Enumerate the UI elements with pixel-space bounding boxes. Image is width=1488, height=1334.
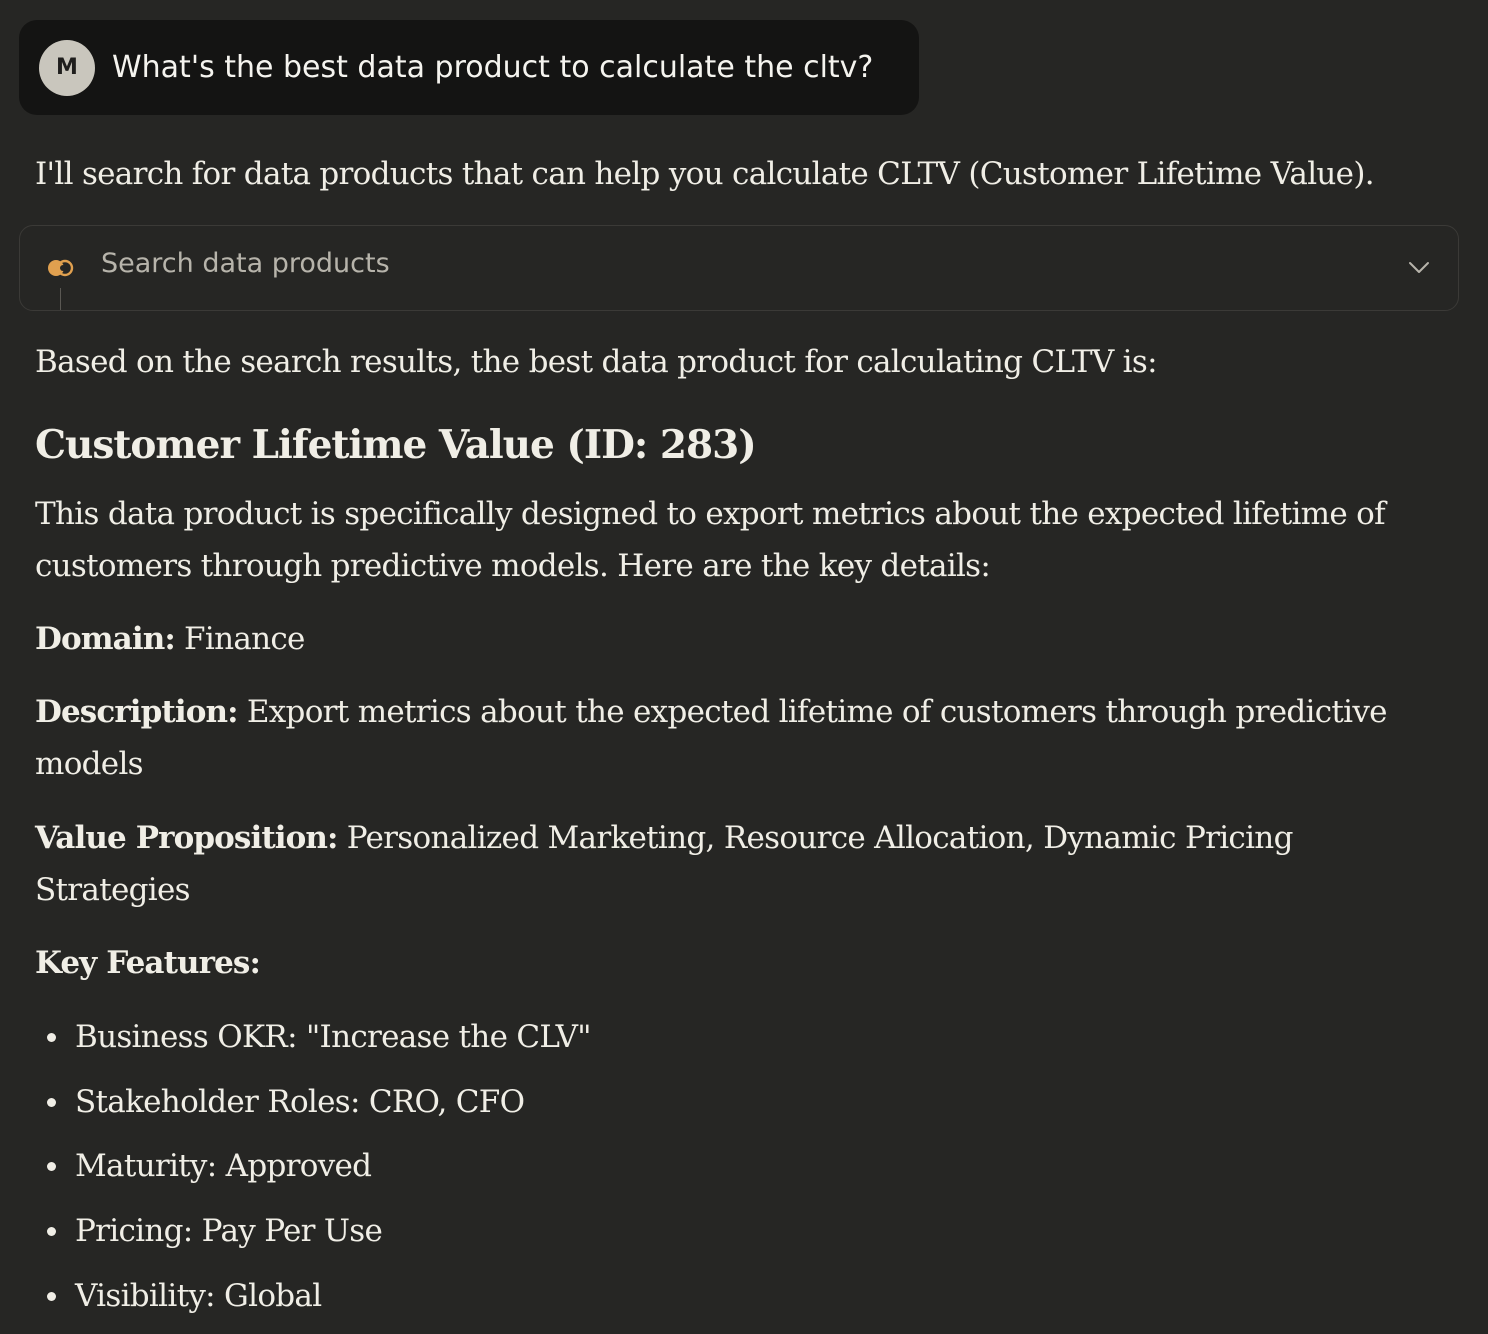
list-item: Visibility: Global: [35, 1264, 591, 1329]
list-item: Business OKR: "Increase the CLV": [35, 1005, 592, 1070]
user-avatar: M: [39, 39, 95, 96]
value-proposition-value-cont: Strategies: [35, 872, 191, 908]
tool-call-search-data-products[interactable]: Search data products: [19, 225, 1459, 311]
domain-label: Domain:: [35, 621, 176, 657]
summary-paragraph: This data product is specifically design…: [35, 488, 1386, 592]
domain-value: Finance: [174, 621, 305, 657]
bullet-icon: [47, 1162, 56, 1172]
user-message-bubble: M What's the best data product to calcul…: [19, 20, 919, 115]
list-item: Stakeholder Roles: CRO, CFO: [35, 1070, 591, 1135]
chevron-down-icon[interactable]: [1406, 254, 1432, 280]
assistant-intro: I'll search for data products that can h…: [35, 156, 1375, 192]
description-label: Description:: [35, 694, 239, 730]
description-field: Description: Export metrics about the ex…: [35, 686, 1388, 790]
description-value-cont: models: [35, 746, 144, 782]
summary-line-2: customers through predictive models. Her…: [35, 548, 991, 584]
key-features-list: Business OKR: "Increase the CLV" Stakeho…: [35, 1005, 592, 1329]
value-proposition-value: Personalized Marketing, Resource Allocat…: [337, 820, 1294, 856]
tool-connector-line: [60, 288, 61, 310]
tool-call-label: Search data products: [101, 248, 390, 279]
product-heading: Customer Lifetime Value (ID: 283): [35, 422, 757, 468]
bullet-icon: [47, 1291, 56, 1301]
domain-field: Domain: Finance: [35, 613, 305, 665]
key-features-label: Key Features:: [35, 945, 261, 981]
value-proposition-label: Value Proposition:: [35, 820, 338, 856]
bullet-icon: [47, 1097, 56, 1107]
list-item: Pricing: Pay Per Use: [35, 1199, 591, 1264]
list-item: Maturity: Approved: [35, 1134, 591, 1199]
summary-line-1: This data product is specifically design…: [35, 496, 1386, 532]
result-intro: Based on the search results, the best da…: [35, 344, 1158, 380]
description-value: Export metrics about the expected lifeti…: [237, 694, 1388, 730]
user-message-text: What's the best data product to calculat…: [112, 50, 874, 85]
bullet-icon: [47, 1227, 56, 1237]
tool-icon: [48, 259, 74, 277]
value-proposition-field: Value Proposition: Personalized Marketin…: [35, 812, 1293, 916]
bullet-icon: [47, 1033, 56, 1042]
